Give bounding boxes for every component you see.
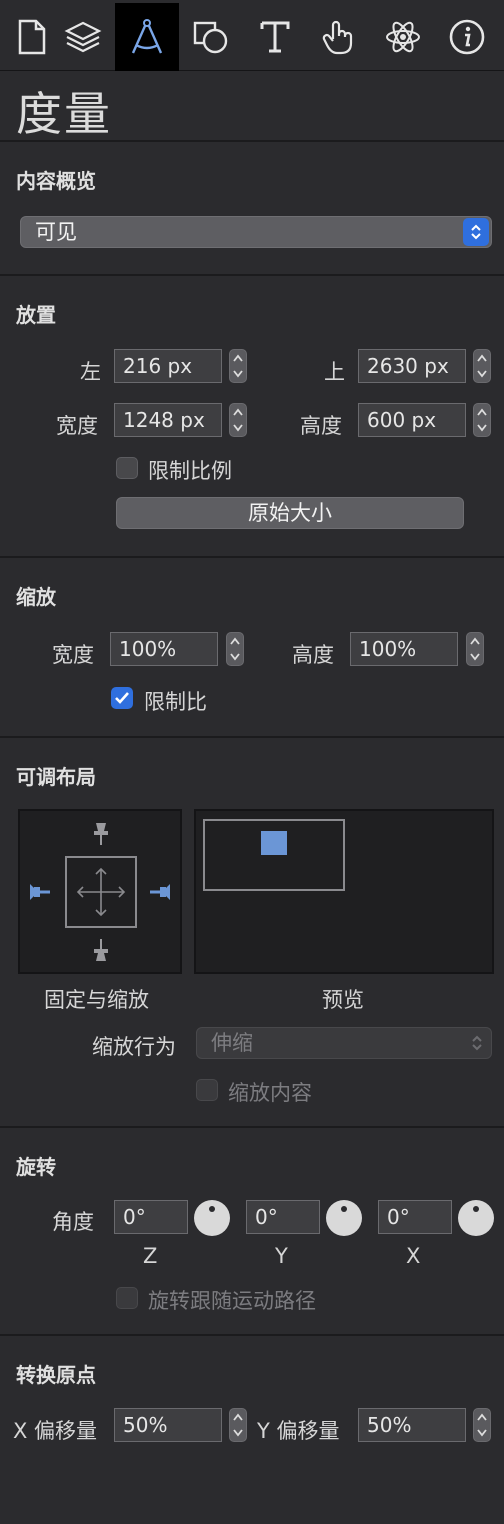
- preview-panel: [194, 809, 494, 974]
- chevron-down-icon: [230, 653, 240, 661]
- layers-icon[interactable]: [51, 3, 115, 71]
- visibility-select-value: 可见: [35, 220, 77, 244]
- scale-height-label: 高度: [292, 643, 334, 667]
- chevron-up-icon: [233, 354, 243, 362]
- placement-heading: 放置: [16, 303, 56, 327]
- original-size-button[interactable]: 原始大小: [116, 497, 464, 529]
- width-stepper[interactable]: [229, 403, 247, 437]
- height-stepper[interactable]: [473, 403, 491, 437]
- chevron-down-icon: [233, 370, 243, 378]
- x-offset-field[interactable]: 50%: [114, 1408, 222, 1442]
- divider: [0, 274, 504, 276]
- divider: [0, 736, 504, 738]
- rotation-y-field[interactable]: 0°: [246, 1200, 320, 1234]
- interaction-hand-icon[interactable]: [307, 3, 371, 71]
- pin-diagram: [30, 823, 170, 961]
- chevron-updown-icon: [472, 1035, 482, 1051]
- atom-icon[interactable]: [371, 3, 435, 71]
- rotation-x-dial[interactable]: [458, 1200, 494, 1236]
- chevron-down-icon: [233, 424, 243, 432]
- z-axis-label: Z: [143, 1244, 158, 1268]
- inspector-toolbar: [0, 0, 504, 71]
- scale-behavior-select[interactable]: 伸缩: [196, 1027, 492, 1059]
- scale-width-stepper[interactable]: [226, 632, 244, 666]
- width-label: 宽度: [56, 414, 98, 438]
- x-offset-label: X 偏移量: [13, 1419, 98, 1443]
- y-axis-label: Y: [275, 1244, 288, 1268]
- info-icon[interactable]: [435, 3, 499, 71]
- chevron-down-icon: [477, 370, 487, 378]
- scale-behavior-label: 缩放行为: [92, 1035, 176, 1059]
- y-offset-label: Y 偏移量: [257, 1419, 340, 1443]
- page-title: 度量: [16, 87, 112, 141]
- constrain-proportions-label: 限制比例: [148, 459, 232, 483]
- scale-heading: 缩放: [16, 585, 56, 609]
- scale-height-stepper[interactable]: [466, 632, 484, 666]
- chevron-up-icon: [477, 1413, 487, 1421]
- chevron-down-icon: [477, 424, 487, 432]
- divider: [0, 1126, 504, 1128]
- top-stepper[interactable]: [473, 349, 491, 383]
- scale-height-field[interactable]: 100%: [350, 632, 458, 666]
- transform-origin-heading: 转换原点: [16, 1363, 96, 1387]
- top-pin-icon: [94, 823, 108, 845]
- rotation-z-field[interactable]: 0°: [114, 1200, 188, 1234]
- text-icon[interactable]: [243, 3, 307, 71]
- chevron-down-icon: [233, 1429, 243, 1437]
- metrics-compass-icon[interactable]: [115, 3, 179, 71]
- left-label: 左: [80, 360, 101, 384]
- y-offset-field[interactable]: 50%: [358, 1408, 466, 1442]
- bottom-pin-icon: [94, 939, 108, 961]
- scale-content-label: 缩放内容: [228, 1081, 312, 1105]
- x-offset-stepper[interactable]: [229, 1408, 247, 1442]
- scale-content-checkbox[interactable]: [196, 1079, 218, 1101]
- rotation-z-dial[interactable]: [194, 1200, 230, 1236]
- height-field[interactable]: 600 px: [358, 403, 466, 437]
- follow-path-label: 旋转跟随运动路径: [148, 1289, 316, 1313]
- chevron-updown-icon: [463, 218, 489, 246]
- chevron-up-icon: [477, 408, 487, 416]
- height-label: 高度: [300, 414, 342, 438]
- chevron-up-icon: [233, 408, 243, 416]
- scale-width-label: 宽度: [52, 643, 94, 667]
- left-field[interactable]: 216 px: [114, 349, 222, 383]
- top-field[interactable]: 2630 px: [358, 349, 466, 383]
- rotation-x-field[interactable]: 0°: [378, 1200, 452, 1234]
- scale-constrain-checkbox[interactable]: [111, 687, 133, 709]
- follow-path-checkbox[interactable]: [116, 1287, 138, 1309]
- constrain-proportions-checkbox[interactable]: [116, 457, 138, 479]
- chevron-down-icon: [470, 653, 480, 661]
- chevron-up-icon: [230, 637, 240, 645]
- y-offset-stepper[interactable]: [473, 1408, 491, 1442]
- angle-label: 角度: [52, 1210, 94, 1234]
- right-pin-icon: [150, 884, 170, 900]
- visibility-select[interactable]: 可见: [20, 216, 492, 248]
- scale-constrain-label: 限制比: [144, 690, 207, 714]
- x-axis-label: X: [406, 1244, 421, 1268]
- content-overview-heading: 内容概览: [16, 169, 96, 193]
- preview-canvas: [203, 819, 345, 891]
- divider: [0, 556, 504, 558]
- scale-behavior-value: 伸缩: [211, 1031, 253, 1055]
- divider: [0, 1334, 504, 1336]
- top-label: 上: [324, 360, 345, 384]
- shapes-icon[interactable]: [179, 3, 243, 71]
- rotation-heading: 旋转: [16, 1155, 56, 1179]
- chevron-up-icon: [470, 637, 480, 645]
- preview-label: 预览: [322, 988, 364, 1012]
- preview-object: [261, 831, 287, 855]
- pin-and-scale-label: 固定与缩放: [44, 988, 149, 1012]
- rotation-y-dial[interactable]: [326, 1200, 362, 1236]
- left-pin-icon: [30, 884, 50, 900]
- checkmark-icon: [115, 692, 129, 704]
- chevron-up-icon: [233, 1413, 243, 1421]
- scale-width-field[interactable]: 100%: [110, 632, 218, 666]
- pin-and-scale-panel[interactable]: [18, 809, 182, 974]
- adaptive-layout-heading: 可调布局: [16, 765, 96, 789]
- chevron-down-icon: [477, 1429, 487, 1437]
- chevron-up-icon: [477, 354, 487, 362]
- left-stepper[interactable]: [229, 349, 247, 383]
- width-field[interactable]: 1248 px: [114, 403, 222, 437]
- divider: [0, 140, 504, 142]
